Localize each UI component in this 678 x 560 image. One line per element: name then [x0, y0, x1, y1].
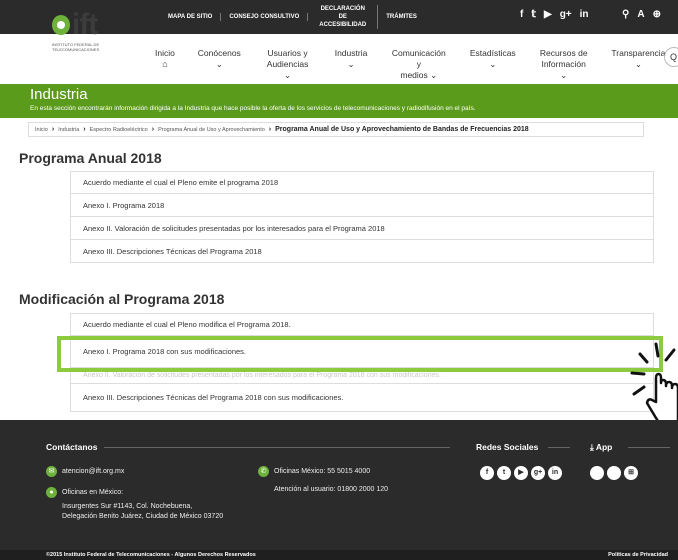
- section-title-modificacion: Modificación al Programa 2018: [19, 291, 225, 307]
- list-item[interactable]: Acuerdo mediante el cual el Pleno modifi…: [70, 313, 654, 336]
- googleplus-icon[interactable]: g+: [560, 9, 572, 20]
- breadcrumb-inicio[interactable]: Inicio: [35, 127, 48, 133]
- top-links: MAPA DE SITIO CONSEJO CONSULTIVO DECLARA…: [160, 0, 425, 34]
- facebook-icon[interactable]: f: [520, 9, 523, 20]
- sitemap-link[interactable]: MAPA DE SITIO: [160, 13, 222, 21]
- top-social: f 𝕥 ▶ g+ in: [520, 9, 589, 20]
- twitter-icon[interactable]: 𝕥: [531, 9, 536, 20]
- footer-email[interactable]: atencion@ift.org.mx: [62, 467, 124, 476]
- nav-estadisticas[interactable]: Estadísticas ⌄: [457, 48, 529, 81]
- apple-icon[interactable]: [590, 466, 604, 480]
- top-tools: ⚲ A ⊕: [622, 9, 661, 20]
- footer-app-title: ⤓ App: [590, 442, 613, 452]
- highlight-box: [57, 336, 663, 372]
- phone-icon: ✆: [258, 466, 269, 477]
- logo-name: ift: [72, 8, 98, 41]
- footer-divider: [628, 447, 670, 448]
- footer: Contáctanos ✉ atencion@ift.org.mx ● Ofic…: [0, 420, 678, 550]
- nav-recursos[interactable]: Recursos de Información ⌄: [529, 48, 599, 81]
- zoom-icon[interactable]: ⊕: [653, 9, 661, 20]
- windows-icon[interactable]: ⊞: [624, 466, 638, 480]
- banner-title: Industria: [30, 86, 88, 103]
- footer-app-icons: ⊞: [590, 466, 638, 480]
- footer-divider: [104, 447, 450, 448]
- breadcrumb-separator-icon: ›: [83, 126, 86, 133]
- breadcrumb-programa[interactable]: Programa Anual de Uso y Aprovechamiento: [158, 127, 265, 133]
- search-icon[interactable]: ⚲: [622, 9, 629, 20]
- copyright-text: ©2015 Instituto Federal de Telecomunicac…: [46, 552, 256, 558]
- youtube-icon[interactable]: ▶: [514, 466, 528, 480]
- nav-search-button[interactable]: Q: [664, 47, 678, 67]
- googleplus-icon[interactable]: g+: [531, 466, 545, 480]
- nav-usuarios[interactable]: Usuarios y Audiencias ⌄: [254, 48, 322, 81]
- home-icon: ⌂: [162, 59, 168, 69]
- footer-address-line2: Delegación Benito Juárez, Ciudad de Méxi…: [62, 513, 224, 520]
- footer-social-title: Redes Sociales: [476, 442, 539, 452]
- breadcrumb-current: Programa Anual de Uso y Aprovechamiento …: [275, 126, 529, 133]
- breadcrumb-separator-icon: ›: [268, 126, 272, 133]
- list-item[interactable]: Anexo III. Descripciones Técnicas del Pr…: [70, 240, 654, 263]
- footer-contact-title: Contáctanos: [46, 442, 98, 452]
- footer-address-line1: Insurgentes Sur #1143, Col. Nochebuena,: [62, 503, 193, 510]
- nav-industria[interactable]: Industria ⌄: [321, 48, 380, 81]
- nav-inicio[interactable]: Inicio ⌂: [145, 48, 185, 81]
- footer-divider: [548, 447, 570, 448]
- footer-social-icons: f t ▶ g+ in: [480, 466, 562, 480]
- location-icon: ●: [46, 487, 57, 498]
- section-title-programa: Programa Anual 2018: [19, 150, 162, 166]
- ift-logo[interactable]: ift INSTITUTO FEDERAL DE TELECOMUNICACIO…: [52, 10, 132, 52]
- procedures-link[interactable]: TRÁMITES: [378, 13, 425, 21]
- main-nav: Inicio ⌂ Conócenos ⌄ Usuarios y Audiencias…: [145, 48, 678, 81]
- android-icon[interactable]: [607, 466, 621, 480]
- breadcrumb-industria[interactable]: Industria: [58, 127, 79, 133]
- advisory-council-link[interactable]: CONSEJO CONSULTIVO: [221, 13, 309, 21]
- list-item[interactable]: Anexo I. Programa 2018: [70, 194, 654, 217]
- nav-conocenos[interactable]: Conócenos ⌄: [185, 48, 254, 81]
- linkedin-icon[interactable]: in: [548, 466, 562, 480]
- nav-comunicacion[interactable]: Comunicación y medios ⌄: [381, 48, 457, 81]
- twitter-icon[interactable]: t: [497, 466, 511, 480]
- list-item[interactable]: Anexo II. Valoración de solicitudes pres…: [70, 217, 654, 240]
- breadcrumb-espectro[interactable]: Espectro Radioeléctrico: [90, 127, 148, 133]
- programa-list: Acuerdo mediante el cual el Pleno emite …: [70, 171, 654, 263]
- copyright-bar: ©2015 Instituto Federal de Telecomunicac…: [0, 550, 678, 560]
- footer-offices-label: Oficinas en México:: [62, 489, 124, 496]
- breadcrumb-separator-icon: ›: [151, 126, 155, 133]
- logo-subtitle: INSTITUTO FEDERAL DE TELECOMUNICACIONES: [52, 42, 100, 52]
- font-size-button[interactable]: A: [637, 9, 644, 20]
- banner-description: En esta sección encontrarán información …: [30, 105, 476, 112]
- list-item[interactable]: Anexo III. Descripciones Técnicas del Pr…: [70, 384, 654, 412]
- breadcrumb: Inicio › Industria › Espectro Radioeléct…: [28, 122, 644, 137]
- facebook-icon[interactable]: f: [480, 466, 494, 480]
- privacy-link[interactable]: Políticas de Privacidad: [608, 552, 668, 558]
- logo-drop-icon: [52, 15, 70, 35]
- email-icon: ✉: [46, 466, 57, 477]
- list-item[interactable]: Acuerdo mediante el cual el Pleno emite …: [70, 171, 654, 194]
- footer-phone: Oficinas México: 55 5015 4000: [274, 468, 371, 475]
- youtube-icon[interactable]: ▶: [544, 9, 552, 20]
- breadcrumb-separator-icon: ›: [51, 126, 55, 133]
- section-banner: Industria En esta sección encontrarán in…: [0, 84, 678, 118]
- accessibility-link[interactable]: DECLARACIÓN DE ACCESIBILIDAD: [308, 5, 379, 29]
- linkedin-icon[interactable]: in: [580, 9, 589, 20]
- footer-attention: Atención al usuario: 01800 2000 120: [274, 486, 389, 493]
